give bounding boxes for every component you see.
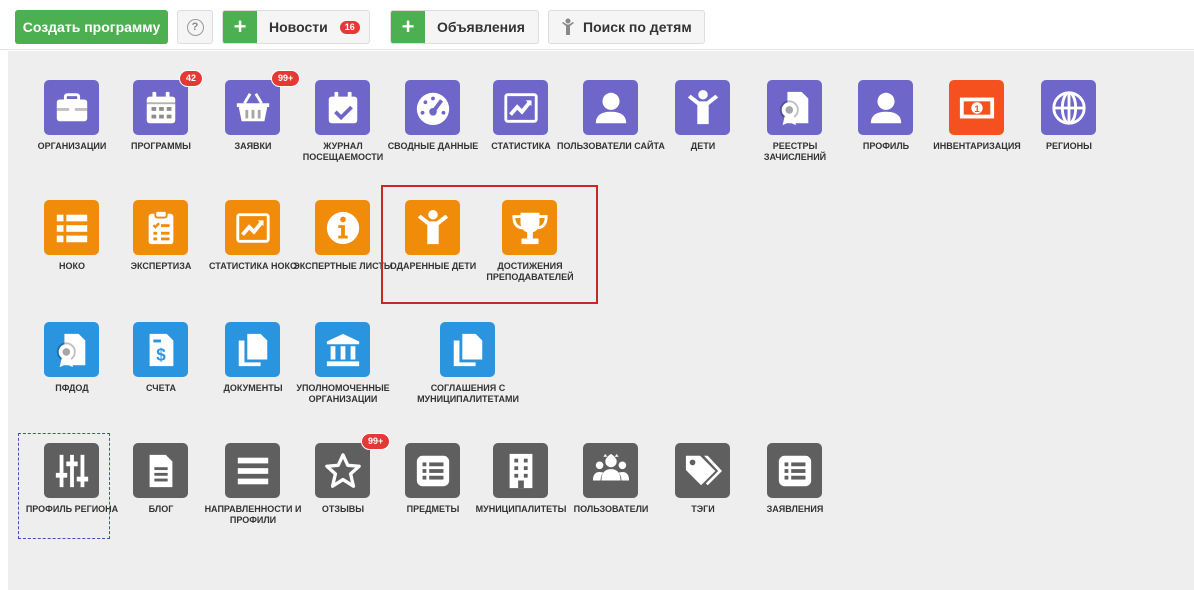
gauge-icon xyxy=(405,80,460,135)
child-icon xyxy=(549,18,575,36)
top-toolbar: Создать программу ? + Новости 16 + Объяв… xyxy=(0,0,1194,50)
star-icon xyxy=(315,443,370,498)
news-label: Новости xyxy=(269,19,328,35)
chart-icon xyxy=(225,200,280,255)
money-icon: 1 xyxy=(949,80,1004,135)
documents-icon xyxy=(440,322,495,377)
plus-icon: + xyxy=(223,11,257,43)
count-badge: 99+ xyxy=(361,433,391,450)
count-badge: 42 xyxy=(179,70,204,87)
certificate-icon xyxy=(44,322,99,377)
news-button[interactable]: + Новости 16 xyxy=(222,10,370,44)
child-icon xyxy=(675,80,730,135)
bank-icon xyxy=(315,322,370,377)
highlight-frame xyxy=(381,185,598,304)
chart-icon xyxy=(493,80,548,135)
svg-text:1: 1 xyxy=(974,103,980,114)
clipboard-icon xyxy=(133,200,188,255)
svg-text:$: $ xyxy=(156,345,166,364)
building-icon xyxy=(493,443,548,498)
user-icon xyxy=(583,80,638,135)
tags-icon xyxy=(675,443,730,498)
selection-frame xyxy=(18,433,110,539)
list-box-icon xyxy=(405,443,460,498)
list-icon xyxy=(44,200,99,255)
file-icon xyxy=(133,443,188,498)
tile-label: УПОЛНОМОЧЕННЫЕ ОРГАНИЗАЦИИ xyxy=(296,383,390,404)
tile-label: СОГЛАШЕНИЯ С МУНИЦИПАЛИТЕТАМИ xyxy=(417,383,519,404)
plus-icon: + xyxy=(391,11,425,43)
help-icon: ? xyxy=(186,18,204,36)
briefcase-icon xyxy=(44,80,99,135)
help-button[interactable]: ? xyxy=(177,10,213,44)
news-badge: 16 xyxy=(339,20,360,34)
info-icon xyxy=(315,200,370,255)
user-icon xyxy=(858,80,913,135)
globe-icon xyxy=(1041,80,1096,135)
documents-icon xyxy=(225,322,280,377)
users-icon xyxy=(583,443,638,498)
announcements-button[interactable]: + Объявления xyxy=(390,10,539,44)
children-search-label: Поиск по детям xyxy=(583,19,692,35)
list-box-icon xyxy=(767,443,822,498)
create-program-button[interactable]: Создать программу xyxy=(15,10,168,44)
tile-label: РЕГИОНЫ xyxy=(1046,141,1092,151)
invoice-icon: $ xyxy=(133,322,188,377)
bars-icon xyxy=(225,443,280,498)
tile-label: ЗАЯВЛЕНИЯ xyxy=(766,504,824,514)
announcements-label: Объявления xyxy=(437,19,525,35)
calendar-icon xyxy=(133,80,188,135)
certificate-icon xyxy=(767,80,822,135)
calendar-check-icon xyxy=(315,80,370,135)
children-search-button[interactable]: Поиск по детям xyxy=(548,10,705,44)
basket-icon xyxy=(225,80,280,135)
count-badge: 99+ xyxy=(271,70,301,87)
